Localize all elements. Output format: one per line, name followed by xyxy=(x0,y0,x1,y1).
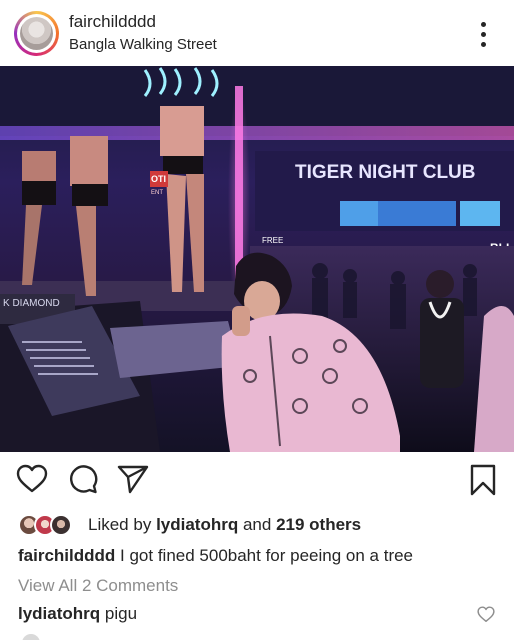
comment-icon[interactable] xyxy=(68,464,98,494)
avatar-frame xyxy=(17,14,56,53)
club-sign-text: TIGER NIGHT CLUB xyxy=(295,162,476,183)
small-heart-icon[interactable] xyxy=(477,606,495,623)
liker-avatar xyxy=(50,514,72,536)
free-sign-text: FREE xyxy=(262,236,283,245)
likes-prefix: Liked by xyxy=(88,515,152,534)
more-options-icon[interactable] xyxy=(473,22,493,48)
heart-icon[interactable] xyxy=(16,464,48,494)
likes-middle: and xyxy=(242,515,272,534)
liker-username[interactable]: lydiatohrq xyxy=(156,515,238,534)
avatar-image xyxy=(20,17,53,50)
likes-row[interactable]: Liked by lydiatohrq and 219 others xyxy=(18,512,498,538)
comment-item: lydiatohrq pigu xyxy=(18,604,137,624)
likes-others[interactable]: 219 others xyxy=(276,515,361,534)
post-caption: fairchildddd I got fined 500baht for pee… xyxy=(18,546,413,566)
next-post-avatar xyxy=(22,634,40,640)
oti-sign-text: OTI xyxy=(151,174,166,184)
bookmark-icon[interactable] xyxy=(470,464,496,496)
post-header: fairchildddd Bangla Walking Street xyxy=(0,0,514,66)
profile-avatar[interactable] xyxy=(14,11,59,56)
view-all-comments-link[interactable]: View All 2 Comments xyxy=(18,576,178,596)
comment-username[interactable]: lydiatohrq xyxy=(18,604,100,623)
caption-username[interactable]: fairchildddd xyxy=(18,546,115,565)
paper-plane-icon[interactable] xyxy=(117,464,149,494)
post-location[interactable]: Bangla Walking Street xyxy=(69,36,217,53)
post-photo[interactable]: TIGER NIGHT CLUB BLI xyxy=(0,66,514,452)
action-bar xyxy=(0,452,514,512)
comment-text: pigu xyxy=(104,604,138,623)
post-username[interactable]: fairchildddd xyxy=(69,12,156,32)
nightclub-scene: TIGER NIGHT CLUB BLI xyxy=(0,66,514,452)
diamond-sign-text: K DIAMOND xyxy=(3,298,60,309)
ent-sign-text: ENT xyxy=(151,190,163,196)
likes-text: Liked by lydiatohrq and 219 others xyxy=(88,515,361,535)
caption-text: I got fined 500baht for peeing on a tree xyxy=(120,546,414,565)
